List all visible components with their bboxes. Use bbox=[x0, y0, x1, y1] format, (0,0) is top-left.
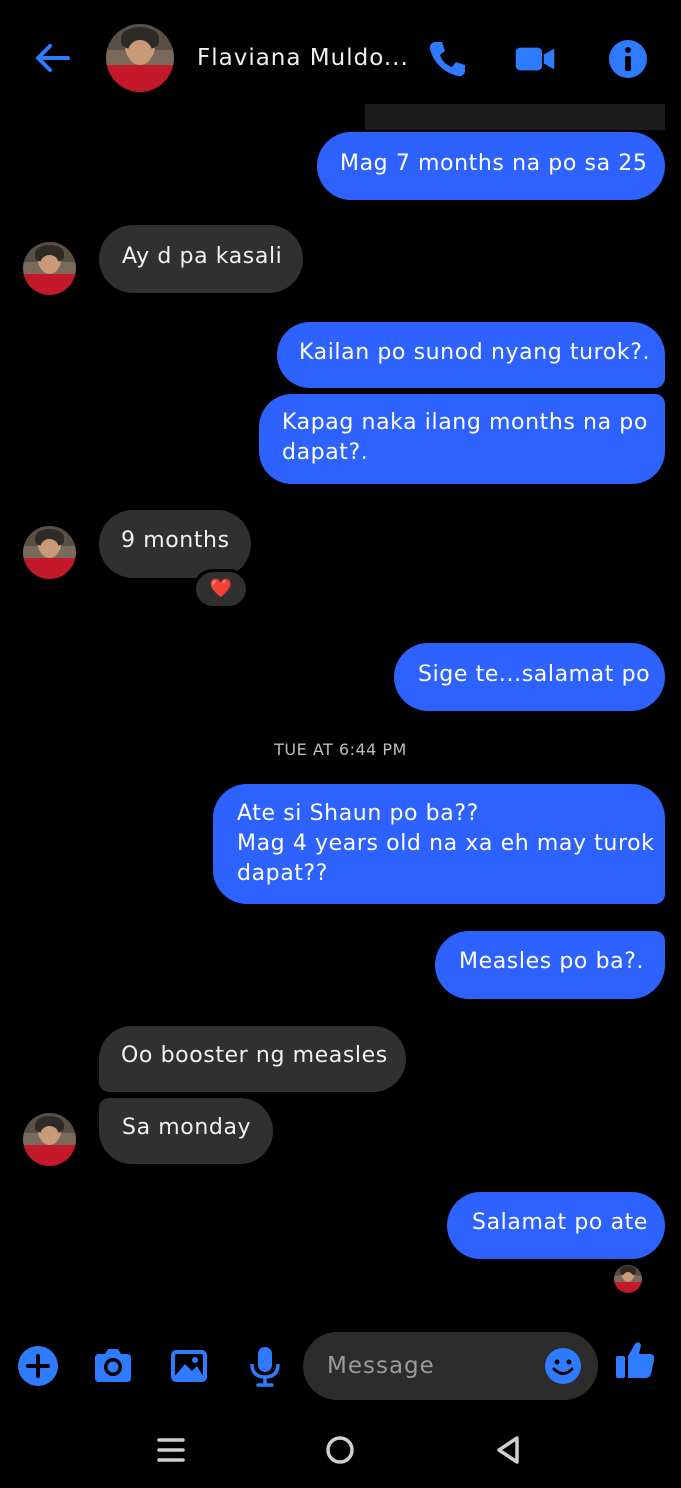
info-icon[interactable] bbox=[607, 38, 649, 80]
message-incoming[interactable]: Ay d pa kasali bbox=[99, 225, 303, 293]
plus-icon[interactable] bbox=[16, 1344, 60, 1388]
camera-icon[interactable] bbox=[91, 1344, 135, 1388]
message-outgoing[interactable]: Sige te...salamat po bbox=[394, 643, 665, 711]
thumbs-up-icon[interactable] bbox=[613, 1338, 657, 1382]
message-outgoing[interactable]: Kapag naka ilang months na po dapat?. bbox=[259, 394, 665, 484]
gallery-icon[interactable] bbox=[167, 1344, 211, 1388]
timestamp: TUE AT 6:44 PM bbox=[274, 740, 407, 759]
message-outgoing[interactable]: Measles po ba?. bbox=[435, 931, 665, 999]
message-incoming[interactable]: Oo booster ng measles bbox=[99, 1026, 406, 1092]
recent-apps-icon[interactable] bbox=[151, 1430, 191, 1470]
emoji-icon[interactable] bbox=[544, 1347, 582, 1385]
heart-reaction-icon: ❤️ bbox=[209, 578, 233, 599]
phone-icon[interactable] bbox=[426, 38, 468, 80]
contact-name[interactable]: Flaviana Muldo... bbox=[197, 45, 409, 71]
message-composer bbox=[0, 1320, 681, 1412]
message-outgoing[interactable]: Salamat po ate bbox=[447, 1192, 665, 1259]
reaction-heart[interactable]: ❤️ bbox=[193, 569, 249, 609]
scrolled-message-fragment bbox=[365, 104, 665, 130]
contact-avatar-small[interactable] bbox=[23, 1113, 76, 1166]
contact-avatar-small[interactable] bbox=[23, 526, 76, 579]
back-triangle-icon[interactable] bbox=[489, 1430, 529, 1470]
system-navigation-bar bbox=[0, 1412, 681, 1488]
message-incoming[interactable]: 9 months bbox=[99, 510, 251, 578]
home-icon[interactable] bbox=[320, 1430, 360, 1470]
contact-avatar[interactable] bbox=[106, 24, 174, 92]
video-camera-icon[interactable] bbox=[514, 38, 556, 80]
conversation-header: Flaviana Muldo... bbox=[0, 0, 681, 112]
message-input[interactable] bbox=[327, 1332, 537, 1400]
message-field[interactable] bbox=[303, 1332, 598, 1400]
message-outgoing[interactable]: Kailan po sunod nyang turok?. bbox=[277, 322, 665, 388]
message-outgoing[interactable]: Mag 7 months na po sa 25 bbox=[317, 132, 665, 200]
message-outgoing[interactable]: Ate si Shaun po ba?? Mag 4 years old na … bbox=[213, 784, 665, 904]
arrow-left-icon[interactable] bbox=[32, 38, 72, 78]
microphone-icon[interactable] bbox=[243, 1344, 287, 1388]
message-incoming[interactable]: Sa monday bbox=[99, 1098, 273, 1164]
read-receipt-avatar bbox=[614, 1265, 642, 1293]
contact-avatar-small[interactable] bbox=[23, 242, 76, 295]
